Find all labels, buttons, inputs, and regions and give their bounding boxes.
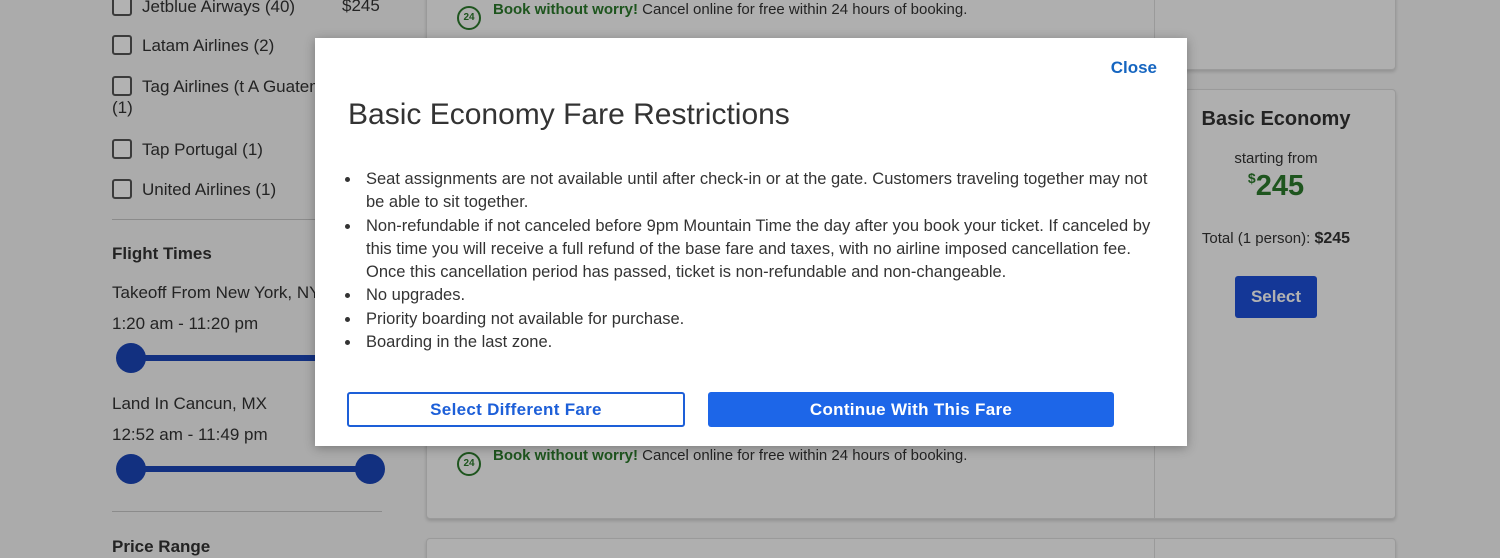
restriction-item: Priority boarding not available for purc… <box>345 308 1166 331</box>
restrictions-list: Seat assignments are not available until… <box>345 168 1166 354</box>
continue-with-fare-button[interactable]: Continue With This Fare <box>708 392 1114 427</box>
select-different-fare-button[interactable]: Select Different Fare <box>347 392 685 427</box>
close-button[interactable]: Close <box>1111 58 1157 78</box>
restriction-item: Boarding in the last zone. <box>345 331 1166 354</box>
restriction-item: Non-refundable if not canceled before 9p… <box>345 215 1166 285</box>
restriction-item: No upgrades. <box>345 284 1166 307</box>
fare-restrictions-modal: Close Basic Economy Fare Restrictions Se… <box>315 38 1187 446</box>
restriction-item: Seat assignments are not available until… <box>345 168 1166 215</box>
modal-title: Basic Economy Fare Restrictions <box>348 98 790 131</box>
